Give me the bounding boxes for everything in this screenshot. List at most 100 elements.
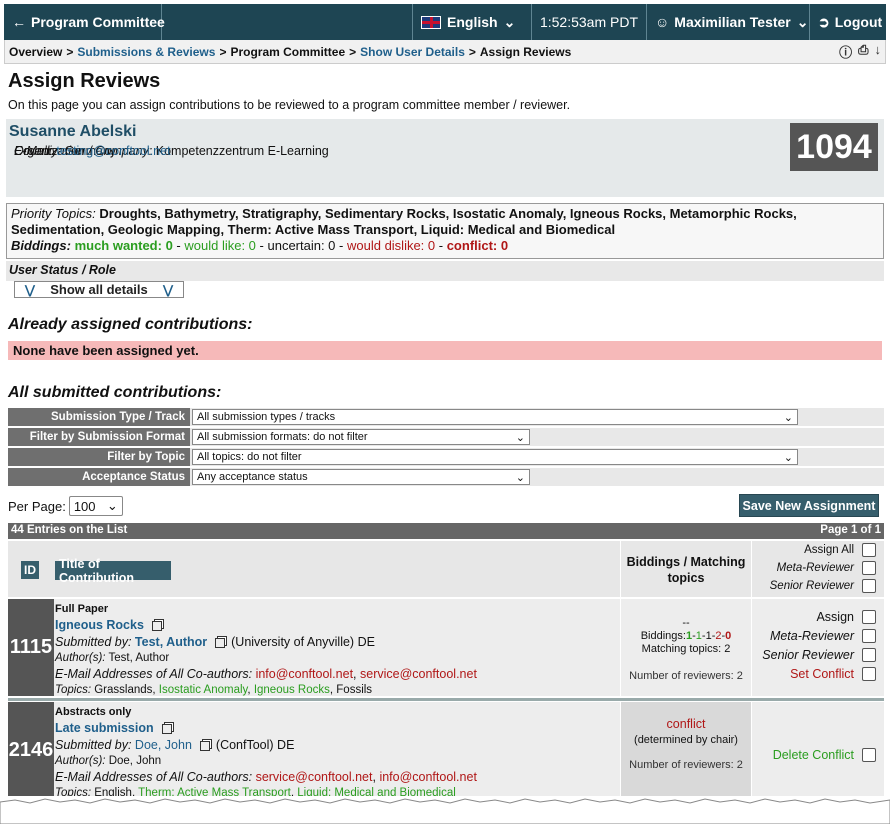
- chevron-down-icon: ⌄: [796, 13, 809, 30]
- language-selector[interactable]: English ⌄: [413, 4, 532, 40]
- double-chevron-down-icon: ⋁: [163, 282, 173, 297]
- set-conflict-checkbox[interactable]: [862, 667, 876, 681]
- user-menu[interactable]: ☺ Maximilian Tester ⌄: [647, 4, 810, 40]
- logout-button[interactable]: ➲ Logout: [810, 4, 886, 40]
- table-row: 2146 Abstracts only Late submission Subm…: [8, 702, 884, 799]
- email-label: E-Mail:: [14, 144, 53, 158]
- bid-value: 1: [685, 630, 693, 642]
- clock: 1:52:53am PDT: [532, 4, 647, 40]
- filter-control: Any acceptance status ⌄: [190, 468, 884, 488]
- topic-select[interactable]: All topics: do not filter ⌄: [192, 449, 798, 465]
- assign-all-checkbox[interactable]: [862, 543, 876, 557]
- row-divider: [8, 698, 884, 701]
- delete-conflict-checkbox[interactable]: [862, 748, 876, 762]
- topic: Grasslands: [94, 684, 153, 696]
- bid-dash: --: [682, 617, 690, 629]
- separator: -: [255, 238, 268, 253]
- separator: -: [172, 238, 185, 253]
- select-value: All topics: do not filter: [197, 451, 302, 463]
- coauthor-emails-label: E-Mail Addresses of All Co-authors:: [55, 770, 253, 784]
- senior-reviewer-label: Senior Reviewer: [762, 648, 854, 662]
- sort-by-id-button[interactable]: ID: [21, 561, 39, 579]
- show-all-details-button[interactable]: ⋁ Show all details ⋁: [14, 281, 184, 298]
- assign-all-line: Assign All: [804, 543, 876, 557]
- topbar-spacer: [162, 4, 413, 40]
- filter-panel: Submission Type / Track All submission t…: [8, 408, 884, 488]
- table-row: 1115 Full Paper Igneous Rocks Submitted …: [8, 599, 884, 696]
- arrow-down-icon[interactable]: ↓: [875, 42, 882, 61]
- assign-line: Assign: [816, 610, 876, 624]
- senior-reviewer-checkbox[interactable]: [862, 648, 876, 662]
- set-conflict-label: Set Conflict: [790, 667, 854, 681]
- bid-would-dislike: would dislike: 0: [346, 238, 436, 253]
- conflict-line: Set Conflict: [790, 667, 876, 681]
- user-status-role: User Status / Role: [6, 261, 884, 281]
- document-icon[interactable]: [199, 740, 210, 751]
- sort-by-title-button[interactable]: Title of Contribution: [55, 557, 171, 585]
- breadcrumb-submissions[interactable]: Submissions & Reviews: [77, 45, 215, 59]
- breadcrumb-overview[interactable]: Overview: [9, 45, 62, 59]
- topic-matching: Igneous Rocks: [253, 684, 330, 696]
- delete-conflict-line: Delete Conflict: [773, 748, 876, 762]
- row-assign-controls: Assign Meta-Reviewer Senior Reviewer Set…: [752, 599, 884, 696]
- assigned-heading: Already assigned contributions:: [8, 316, 253, 333]
- select-value: Any acceptance status: [197, 471, 308, 483]
- row-id: 2146: [8, 702, 54, 798]
- email-link[interactable]: service@conftool.net: [360, 667, 477, 681]
- filter-label: Filter by Submission Format: [8, 428, 190, 448]
- page-intro: On this page you can assign contribution…: [8, 98, 571, 112]
- bid-value: 0: [725, 630, 732, 642]
- language-label: English: [447, 14, 498, 30]
- save-new-assignment-button[interactable]: Save New Assignment: [739, 494, 879, 517]
- submitter-link[interactable]: Test, Author: [135, 635, 207, 649]
- topic: Fossils: [336, 684, 373, 696]
- bid-value: 1: [705, 630, 712, 642]
- select-value: All submission formats: do not filter: [197, 431, 368, 443]
- chevron-down-icon: ⌄: [515, 431, 525, 444]
- meta-reviewer-all-checkbox[interactable]: [862, 561, 876, 575]
- chevron-down-icon: ⌄: [503, 13, 516, 30]
- contribution-title-link[interactable]: Late submission: [55, 721, 154, 735]
- breadcrumb-show-user-details[interactable]: Show User Details: [360, 45, 465, 59]
- submission-format-select[interactable]: All submission formats: do not filter ⌄: [192, 429, 530, 445]
- row-biddings: conflict (determined by chair) Number of…: [620, 702, 752, 798]
- submission-type: Abstracts only: [55, 706, 132, 718]
- document-icon[interactable]: [151, 620, 162, 631]
- page-title: Assign Reviews: [8, 70, 161, 92]
- filter-control: All submission types / tracks ⌄: [190, 408, 884, 428]
- meta-reviewer-checkbox[interactable]: [862, 629, 876, 643]
- separator: -: [435, 238, 447, 253]
- print-icon[interactable]: ⎙: [858, 42, 868, 61]
- senior-reviewer-all-checkbox[interactable]: [862, 579, 876, 593]
- double-chevron-down-icon: ⋁: [25, 282, 35, 297]
- email-link[interactable]: info@conftool.net: [379, 770, 476, 784]
- contribution-title-link[interactable]: Igneous Rocks: [55, 618, 144, 632]
- meta-reviewer-label: Meta-Reviewer: [769, 629, 854, 643]
- assign-label: Assign: [816, 610, 854, 624]
- submission-type: Full Paper: [55, 603, 109, 615]
- filter-label: Filter by Topic: [8, 448, 190, 468]
- select-value: All submission types / tracks: [197, 411, 336, 423]
- document-icon[interactable]: [161, 723, 172, 734]
- authors-label: Author(s):: [55, 652, 106, 664]
- user-full-name: Susanne Abelski: [9, 123, 137, 140]
- per-page-label: Per Page:: [8, 498, 66, 514]
- logout-icon: ➲: [818, 13, 830, 30]
- email-link[interactable]: info@conftool.net: [256, 667, 353, 681]
- per-page-control: Per Page: 100 ⌄: [8, 496, 123, 516]
- conflict-note: (determined by chair): [634, 734, 738, 746]
- acceptance-status-select[interactable]: Any acceptance status ⌄: [192, 469, 530, 485]
- logout-label: Logout: [834, 14, 883, 30]
- help-icon[interactable]: ⓘ: [839, 42, 852, 61]
- email-link[interactable]: service@conftool.net: [256, 770, 373, 784]
- back-to-program-committee[interactable]: ← Program Committee: [4, 4, 165, 40]
- submission-type-select[interactable]: All submission types / tracks ⌄: [192, 409, 798, 425]
- per-page-select[interactable]: 100 ⌄: [68, 496, 123, 516]
- torn-edge: [0, 796, 890, 824]
- email-link[interactable]: testing@conftool.net: [56, 144, 170, 158]
- submitter-link[interactable]: Doe, John: [135, 738, 192, 752]
- breadcrumb-program-committee[interactable]: Program Committee: [230, 45, 345, 59]
- document-icon[interactable]: [215, 637, 226, 648]
- assign-checkbox[interactable]: [862, 610, 876, 624]
- filter-label: Submission Type / Track: [8, 408, 190, 428]
